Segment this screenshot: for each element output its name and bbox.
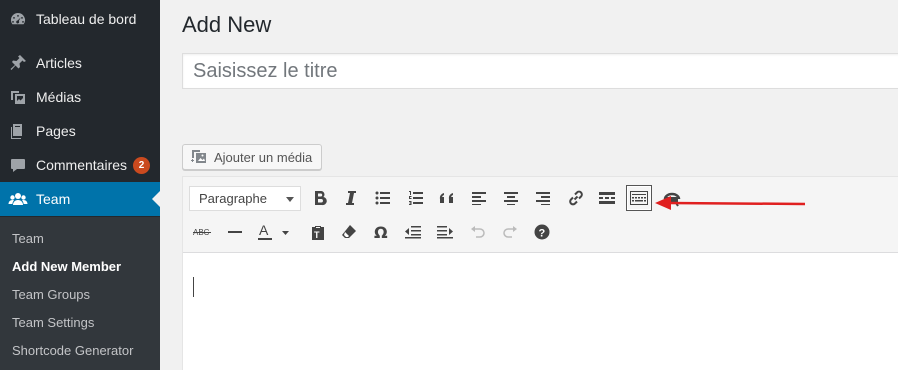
bullet-list-button[interactable] [370,185,396,211]
outdent-button[interactable] [400,219,426,245]
toolbar-toggle-icon [630,191,648,205]
submenu-item-team-settings[interactable]: Team Settings [12,315,94,330]
dashboard-icon [0,10,36,28]
align-center-icon [504,191,518,205]
clear-formatting-icon [341,224,357,240]
indent-button[interactable] [432,219,458,245]
menu-item-label: Commentaires [36,157,128,173]
read-more-icon [599,192,615,204]
special-character-icon: Ω [373,224,389,240]
team-submenu: Team Add New Member Team Groups Team Set… [0,217,160,370]
team-icon [0,190,36,208]
paste-text-button[interactable]: T [305,219,331,245]
submenu-item-team-groups[interactable]: Team Groups [12,287,90,302]
menu-item-dashboard[interactable]: Tableau de bord [0,2,160,36]
numbered-list-button[interactable] [403,185,429,211]
submenu-item-team[interactable]: Team [12,231,44,246]
undo-icon [470,225,486,239]
help-button[interactable]: ? [529,219,555,245]
annotation-arrow [655,196,806,210]
clear-formatting-button[interactable] [336,219,362,245]
svg-text:?: ? [539,228,546,240]
redo-icon [502,225,518,239]
align-left-button[interactable] [466,185,492,211]
svg-text:Ω: Ω [374,224,388,240]
strikethrough-icon: ABC [193,227,211,237]
text-color-button[interactable]: A [253,219,293,245]
menu-item-label: Pages [36,123,76,139]
add-media-button[interactable]: Ajouter un média [182,144,323,170]
align-center-button[interactable] [498,185,524,211]
horizontal-line-button[interactable] [222,219,248,245]
submenu-item-add-new-member[interactable]: Add New Member [12,259,121,274]
title-input[interactable] [182,53,898,89]
menu-item-media[interactable]: Médias [0,80,160,114]
media-icon [0,88,36,106]
editor-toolbar: Paragraphe ABC A T Ω ? [183,177,898,253]
toolbar-toggle-button[interactable] [626,185,652,211]
menu-item-label: Médias [36,89,82,105]
comment-icon [0,156,36,174]
pages-icon [0,122,36,140]
undo-button[interactable] [465,219,491,245]
link-icon [568,190,584,206]
menu-item-pages[interactable]: Pages [0,114,160,148]
page-title: Add New [182,12,272,37]
bold-button[interactable] [307,185,333,211]
align-right-button[interactable] [530,185,556,211]
bold-icon [313,190,327,206]
bullet-list-icon [375,191,391,205]
menu-item-comments[interactable]: Commentaires 2 [0,148,160,182]
chevron-down-icon [286,197,294,202]
align-right-icon [536,191,550,205]
insert-link-button[interactable] [563,185,589,211]
editor-text-area[interactable] [183,253,898,370]
menu-item-label: Team [36,191,71,207]
special-character-button[interactable]: Ω [368,219,394,245]
comment-count-badge: 2 [133,156,151,174]
align-left-icon [472,191,486,205]
italic-button[interactable] [338,185,364,211]
submenu-item-shortcode-generator[interactable]: Shortcode Generator [12,343,133,358]
add-media-label: Ajouter un média [214,149,313,165]
numbered-list-icon [408,191,424,205]
indent-icon [437,225,453,239]
blockquote-icon [439,191,455,205]
outdent-icon [405,225,421,239]
admin-sidebar: Tableau de bord Articles Médias Pages Co… [0,0,160,370]
redo-button[interactable] [497,219,523,245]
text-cursor [193,277,194,297]
horizontal-line-icon [228,230,242,234]
italic-icon [345,190,357,206]
help-icon: ? [534,224,550,240]
format-select-value: Paragraphe [199,191,267,206]
blockquote-button[interactable] [434,185,460,211]
add-media-icon [190,148,208,167]
active-indicator [152,191,160,207]
strikethrough-button[interactable]: ABC [189,219,215,245]
svg-text:A: A [259,222,269,238]
menu-item-team[interactable]: Team [0,182,160,216]
pin-icon [0,54,36,72]
paste-text-icon: T [310,224,326,240]
menu-item-articles[interactable]: Articles [0,46,160,80]
menu-item-label: Tableau de bord [36,11,137,27]
svg-text:T: T [314,230,320,240]
read-more-button[interactable] [594,185,620,211]
menu-item-label: Articles [36,55,82,71]
format-select[interactable]: Paragraphe [189,186,301,211]
text-color-icon: A [256,222,290,242]
